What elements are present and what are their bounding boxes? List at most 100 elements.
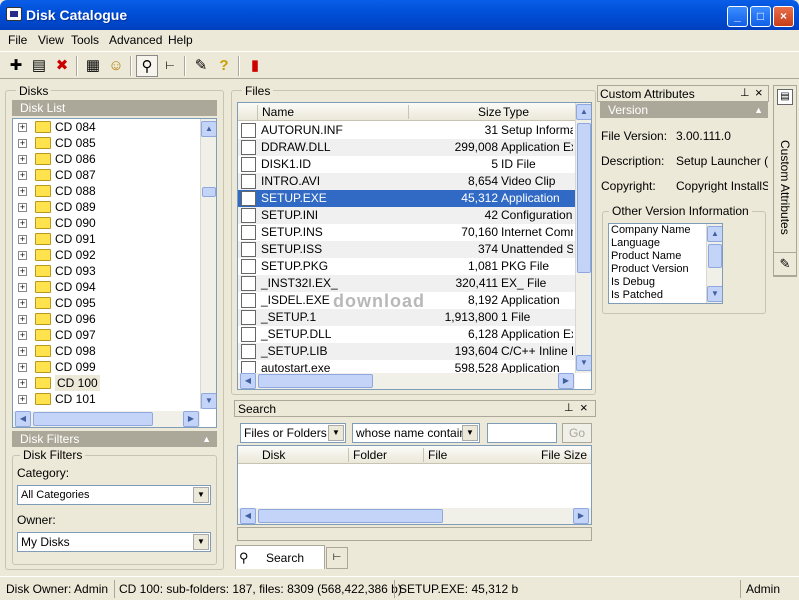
file-row[interactable]: SETUP.ISS 374Unattended Setup — [238, 241, 575, 258]
file-row[interactable]: DDRAW.DLL 299,008Application Extension — [238, 139, 575, 156]
chevron-down-icon[interactable]: ▼ — [193, 487, 209, 503]
go-button[interactable]: Go — [562, 423, 592, 443]
scroll-thumb[interactable] — [708, 244, 722, 268]
close-icon[interactable]: × — [580, 400, 588, 415]
edit-icon[interactable]: ✎ — [773, 252, 797, 276]
scroll-up-button[interactable]: ▲ — [201, 121, 216, 137]
disk-item[interactable]: + CD 100 — [13, 375, 216, 391]
tab-search[interactable]: ⚲ Search — [235, 545, 325, 569]
expand-icon[interactable]: + — [18, 155, 27, 164]
scroll-right-button[interactable]: ▶ — [573, 508, 589, 524]
menu-file[interactable]: File — [8, 33, 27, 47]
other-version-vscroll[interactable]: ▲ ▼ — [706, 224, 722, 303]
file-row[interactable]: AUTORUN.INF 31Setup Information — [238, 122, 575, 139]
expand-icon[interactable]: + — [18, 331, 27, 340]
disk-item[interactable]: + CD 089 — [13, 199, 216, 215]
column-type[interactable]: Type — [503, 105, 529, 119]
scroll-left-button[interactable]: ◀ — [240, 508, 256, 524]
scroll-down-button[interactable]: ▼ — [576, 355, 591, 371]
disk-item[interactable]: + CD 093 — [13, 263, 216, 279]
disk-item[interactable]: + CD 098 — [13, 343, 216, 359]
column-size[interactable]: Size — [478, 105, 501, 119]
expand-icon[interactable]: + — [18, 187, 27, 196]
disk-item[interactable]: + CD 095 — [13, 295, 216, 311]
scroll-right-button[interactable]: ▶ — [183, 411, 199, 427]
help-icon[interactable]: ? — [213, 55, 235, 77]
maximize-button[interactable]: □ — [750, 6, 771, 27]
scroll-down-button[interactable]: ▼ — [707, 286, 722, 302]
disk-item[interactable]: + CD 087 — [13, 167, 216, 183]
expand-icon[interactable]: + — [18, 299, 27, 308]
pin-icon[interactable]: ⊥ — [564, 401, 574, 414]
expand-icon[interactable]: + — [18, 267, 27, 276]
exit-icon[interactable]: ▮ — [244, 55, 266, 77]
collapse-icon[interactable]: ▲ — [202, 431, 211, 447]
chevron-down-icon[interactable]: ▼ — [328, 425, 344, 441]
expand-icon[interactable]: + — [18, 395, 27, 404]
disk-item[interactable]: + CD 085 — [13, 135, 216, 151]
scroll-up-button[interactable]: ▲ — [576, 104, 591, 120]
column-file[interactable]: File — [428, 448, 447, 462]
file-row[interactable]: _SETUP.LIB 193,604C/C++ Inline File — [238, 343, 575, 360]
disk-item[interactable]: + CD 091 — [13, 231, 216, 247]
column-folder[interactable]: Folder — [353, 448, 387, 462]
expand-icon[interactable]: + — [18, 219, 27, 228]
properties-icon[interactable]: ▤ — [28, 55, 50, 77]
disk-tree-hscroll[interactable]: ◀ ▶ — [13, 411, 200, 427]
disk-item[interactable]: + CD 086 — [13, 151, 216, 167]
disk-item[interactable]: + CD 092 — [13, 247, 216, 263]
close-icon[interactable]: × — [755, 85, 763, 100]
scroll-left-button[interactable]: ◀ — [15, 411, 31, 427]
search-input[interactable] — [487, 423, 557, 443]
file-list-hscroll[interactable]: ◀ ▶ — [238, 373, 575, 389]
add-icon[interactable]: ✚ — [5, 55, 27, 77]
disk-item[interactable]: + CD 094 — [13, 279, 216, 295]
menu-view[interactable]: View — [38, 33, 64, 47]
scroll-up-button[interactable]: ▲ — [707, 226, 722, 242]
expand-icon[interactable]: + — [18, 363, 27, 372]
minimize-button[interactable]: _ — [727, 6, 748, 27]
attributes-side-tab[interactable]: ▤ Custom Attributes — [773, 85, 797, 277]
expand-icon[interactable]: + — [18, 315, 27, 324]
disk-item[interactable]: + CD 088 — [13, 183, 216, 199]
column-name[interactable]: Name — [262, 105, 294, 119]
file-row[interactable]: DISK1.ID 5 ID File — [238, 156, 575, 173]
chevron-down-icon[interactable]: ▼ — [462, 425, 478, 441]
expand-icon[interactable]: + — [18, 379, 27, 388]
binoculars-icon[interactable]: ⚲ — [136, 55, 158, 77]
hscroll-thumb[interactable] — [33, 412, 153, 426]
chevron-down-icon[interactable]: ▼ — [193, 534, 209, 550]
expand-icon[interactable]: + — [18, 171, 27, 180]
expand-icon[interactable]: + — [18, 251, 27, 260]
expand-icon[interactable]: + — [18, 235, 27, 244]
expand-icon[interactable]: + — [18, 283, 27, 292]
scroll-thumb[interactable] — [577, 123, 591, 273]
column-filesize[interactable]: File Size — [541, 448, 587, 462]
file-row[interactable]: SETUP.INI 42Configuration Settings — [238, 207, 575, 224]
file-row[interactable]: SETUP.PKG 1,081 PKG File — [238, 258, 575, 275]
owner-select[interactable]: My Disks ▼ — [17, 532, 211, 552]
menu-advanced[interactable]: Advanced — [109, 33, 162, 47]
column-disk[interactable]: Disk — [262, 448, 285, 462]
tree-icon[interactable]: ⊢ — [326, 547, 348, 569]
scroll-thumb[interactable] — [202, 187, 216, 197]
disk-item[interactable]: + CD 099 — [13, 359, 216, 375]
disk-item[interactable]: + CD 090 — [13, 215, 216, 231]
file-row[interactable]: SETUP.INS 70,160Internet Communication — [238, 224, 575, 241]
scan-icon[interactable]: ▦ — [82, 55, 104, 77]
search-scope-select[interactable]: Files or Folders ▼ — [240, 423, 346, 443]
expand-icon[interactable]: + — [18, 139, 27, 148]
file-row[interactable]: _SETUP.DLL 6,128Application Extension — [238, 326, 575, 343]
file-row[interactable]: _INST32I.EX_ 320,411 EX_ File — [238, 275, 575, 292]
pin-icon[interactable]: ⊥ — [740, 86, 750, 99]
delete-icon[interactable]: ✖ — [51, 55, 73, 77]
collapse-icon[interactable]: ▲ — [754, 102, 763, 118]
edit-icon[interactable]: ✎ — [190, 55, 212, 77]
smiley-icon[interactable]: ☺ — [105, 55, 127, 77]
disk-item[interactable]: + CD 097 — [13, 327, 216, 343]
expand-icon[interactable]: + — [18, 347, 27, 356]
file-list-vscroll[interactable]: ▲ ▼ — [575, 103, 591, 373]
scroll-left-button[interactable]: ◀ — [240, 373, 256, 389]
hscroll-thumb[interactable] — [258, 509, 443, 523]
category-select[interactable]: All Categories ▼ — [17, 485, 211, 505]
